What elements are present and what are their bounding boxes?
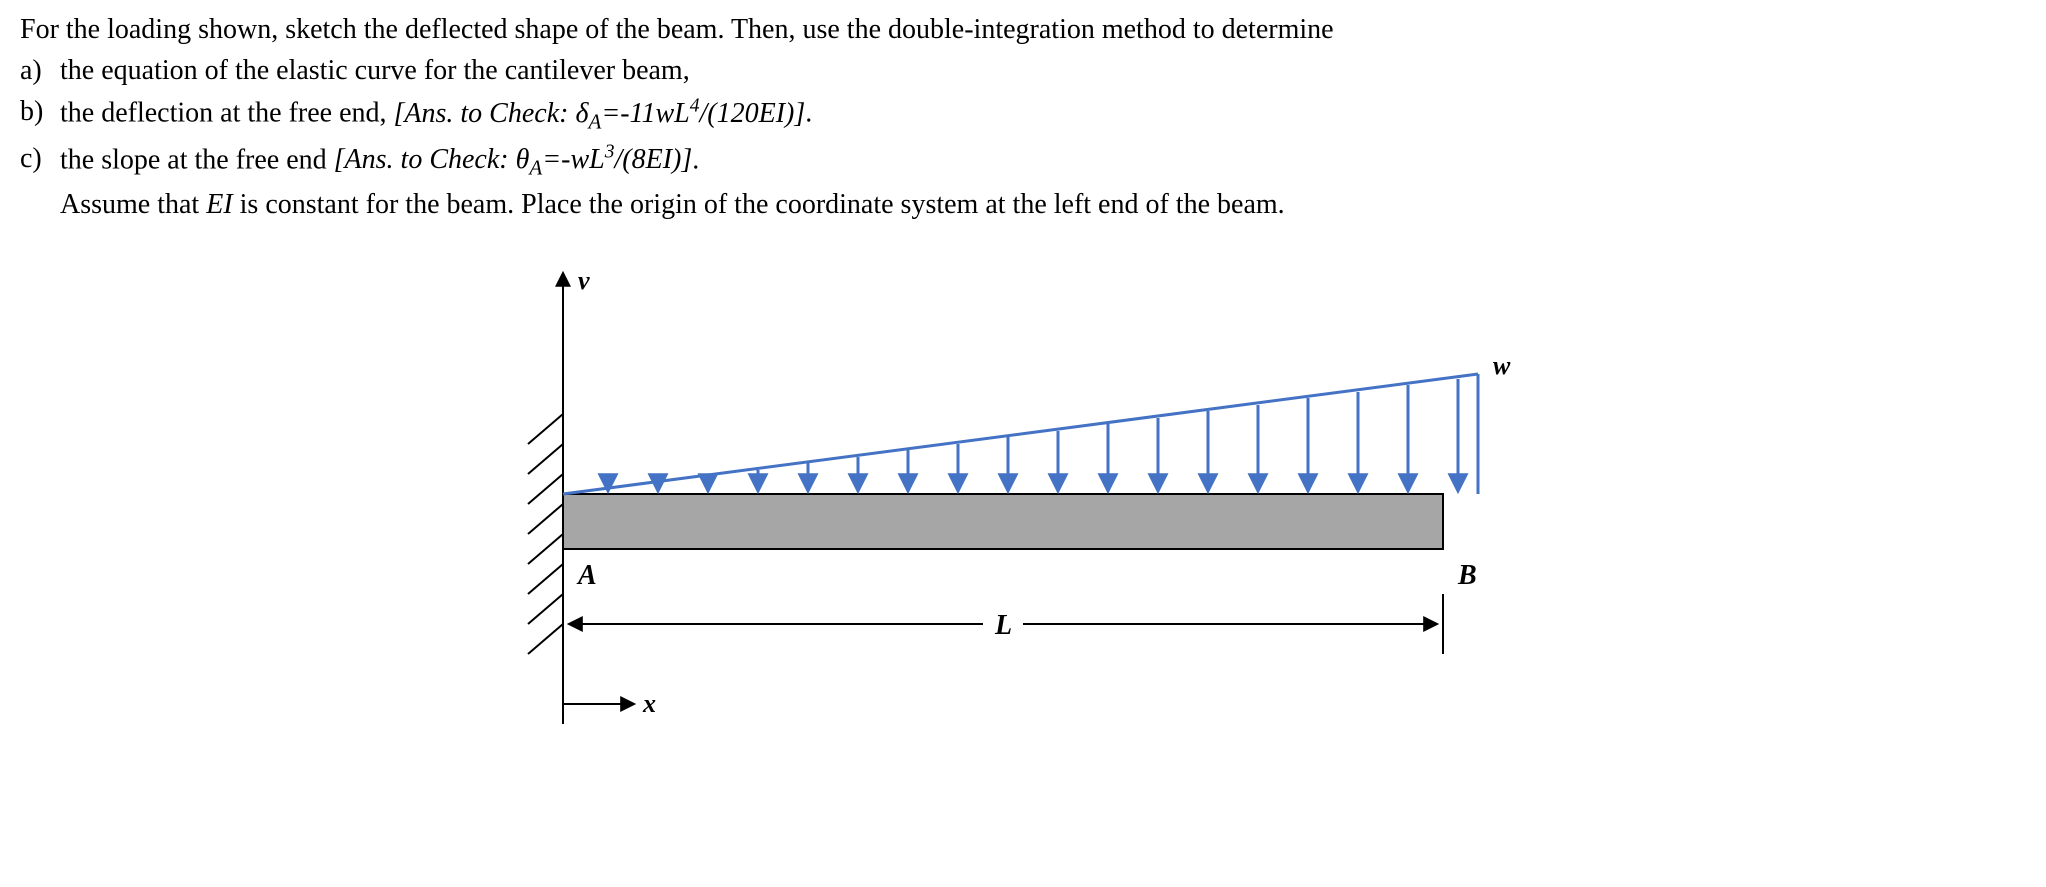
- part-b-sub: A: [588, 109, 601, 133]
- part-b-ans-label: [Ans. to Check:: [394, 98, 576, 129]
- part-a: a) the equation of the elastic curve for…: [20, 51, 2026, 90]
- part-c-text: the slope at the free end [Ans. to Check…: [60, 139, 2026, 183]
- part-c-exp: 3: [605, 142, 615, 163]
- part-b-text: the deflection at the free end, [Ans. to…: [60, 92, 2026, 136]
- part-b-exp: 4: [690, 95, 700, 116]
- v-axis-label: v: [578, 266, 590, 295]
- beam-diagram: v x: [498, 244, 1548, 744]
- dim-l-label: L: [994, 610, 1012, 641]
- beam-rect: [563, 494, 1443, 549]
- part-c-ans: [Ans. to Check: θA=-wL3/(8EI)]: [334, 144, 693, 175]
- problem-text: For the loading shown, sketch the deflec…: [20, 10, 2026, 224]
- point-b-label: B: [1457, 560, 1477, 591]
- diagram-container: v x: [20, 244, 2026, 744]
- part-c-eq: =-wL: [542, 144, 604, 175]
- assume-post: is constant for the beam. Place the orig…: [233, 189, 1285, 220]
- assume-text: Assume that EI is constant for the beam.…: [60, 185, 2026, 224]
- part-c-sub: A: [529, 156, 542, 180]
- part-c-label: c): [20, 139, 60, 183]
- part-b-ans: [Ans. to Check: δA=-11wL4/(120EI)]: [394, 98, 806, 129]
- part-b-dot: .: [805, 98, 812, 129]
- part-a-label: a): [20, 51, 60, 90]
- part-b-label: b): [20, 92, 60, 136]
- w-label: w: [1493, 351, 1511, 380]
- part-b: b) the deflection at the free end, [Ans.…: [20, 92, 2026, 136]
- part-a-text: the equation of the elastic curve for th…: [60, 51, 2026, 90]
- assume-line: Assume that EI is constant for the beam.…: [20, 185, 2026, 224]
- part-c-pre: the slope at the free end: [60, 144, 334, 175]
- fixed-support: [528, 414, 563, 654]
- part-c: c) the slope at the free end [Ans. to Ch…: [20, 139, 2026, 183]
- part-b-eq: =-11wL: [601, 98, 689, 129]
- part-c-dot: .: [692, 144, 699, 175]
- point-a-label: A: [576, 560, 597, 591]
- intro-line: For the loading shown, sketch the deflec…: [20, 10, 2026, 49]
- part-b-pre: the deflection at the free end,: [60, 98, 394, 129]
- assume-pre: Assume that: [60, 189, 206, 220]
- x-axis-label: x: [642, 689, 656, 718]
- distributed-load: [563, 374, 1478, 494]
- part-b-eq2: /(120EI)]: [700, 98, 806, 129]
- part-b-sym: δ: [575, 98, 588, 129]
- part-c-ans-label: [Ans. to Check:: [334, 144, 516, 175]
- part-c-eq2: /(8EI)]: [614, 144, 692, 175]
- part-c-sym: θ: [516, 144, 530, 175]
- ei-text: EI: [206, 189, 232, 220]
